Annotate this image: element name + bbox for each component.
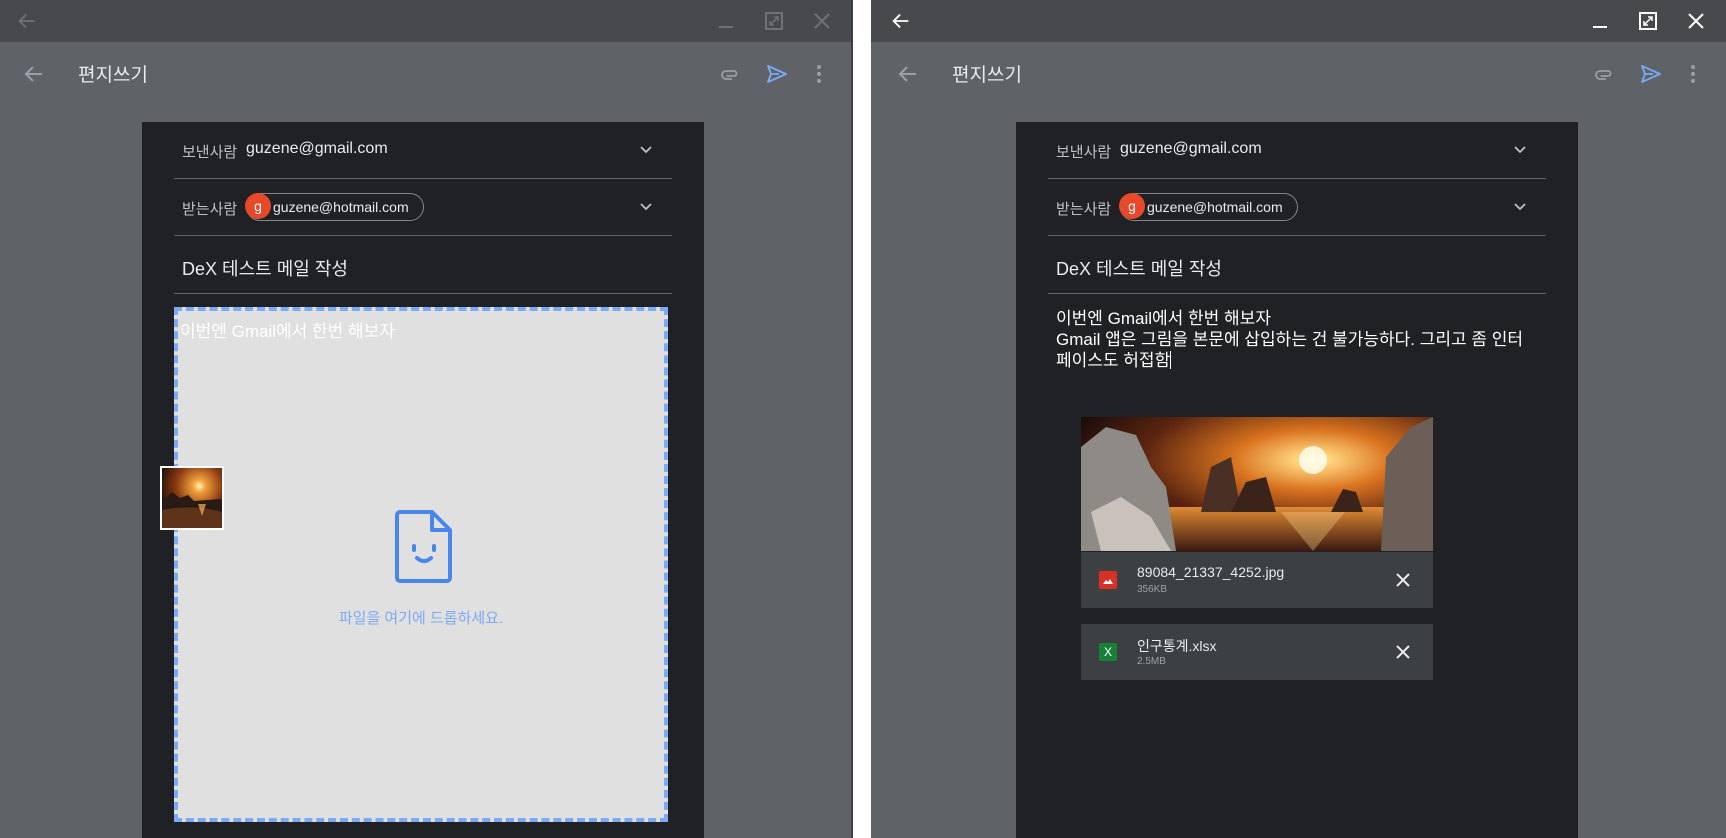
minimize-icon[interactable] <box>1587 8 1613 34</box>
attachment-item[interactable]: X 인구통계.xlsx 2.5MB <box>1081 624 1433 680</box>
window-divider <box>851 0 871 838</box>
attachment-item[interactable]: 89084_21337_4252.jpg 356KB <box>1081 552 1433 608</box>
attachment-image-preview[interactable] <box>1081 417 1433 551</box>
body-line: Gmail 앱은 그림을 본문에 삽입하는 건 불가능하다. 그리고 좀 인터 <box>1056 330 1523 349</box>
send-icon[interactable] <box>765 62 789 86</box>
message-body[interactable]: 이번엔 Gmail에서 한번 해보자 Gmail 앱은 그림을 본문에 삽입하는… <box>1056 308 1536 371</box>
body-line: 페이스도 허접함 <box>1056 351 1171 370</box>
window-back-icon[interactable] <box>888 8 914 34</box>
chevron-down-icon[interactable] <box>638 199 654 215</box>
chevron-down-icon[interactable] <box>638 142 654 158</box>
window-back-icon[interactable] <box>14 8 40 34</box>
maximize-icon[interactable] <box>761 8 787 34</box>
divider <box>174 293 672 294</box>
attachment-size: 356KB <box>1137 584 1168 595</box>
drop-hint: 파일을 여기에 드롭하세요. <box>338 610 504 627</box>
sheets-file-icon: X <box>1099 643 1117 661</box>
paperclip-icon[interactable] <box>717 62 741 86</box>
compose-window-left: 편지쓰기 보낸사람 guzene@gmail.com 받는사람 g guzene… <box>0 0 851 838</box>
maximize-icon[interactable] <box>1635 8 1661 34</box>
more-vert-icon[interactable] <box>1681 62 1705 86</box>
from-field[interactable]: 보낸사람 guzene@gmail.com <box>1048 122 1546 179</box>
chevron-down-icon[interactable] <box>1512 199 1528 215</box>
send-icon[interactable] <box>1639 62 1663 86</box>
compose-sheet: 보낸사람 guzene@gmail.com 받는사람 g guzene@hotm… <box>1016 122 1578 838</box>
more-vert-icon[interactable] <box>807 62 831 86</box>
paperclip-icon[interactable] <box>1591 62 1615 86</box>
to-label: 받는사람 <box>182 201 238 218</box>
recipient-email: guzene@hotmail.com <box>273 199 409 215</box>
body-line: 이번엔 Gmail에서 한번 해보자 <box>1056 309 1271 328</box>
from-value[interactable]: guzene@gmail.com <box>1120 140 1262 158</box>
dragged-image-thumbnail[interactable] <box>160 466 224 530</box>
subject-field[interactable]: DeX 테스트 메일 작성 <box>1056 255 1222 281</box>
space-image <box>1081 417 1433 551</box>
recipient-chip[interactable]: g guzene@hotmail.com <box>245 193 424 221</box>
arrow-left-icon[interactable] <box>896 62 920 86</box>
attachment-name: 89084_21337_4252.jpg <box>1137 564 1285 580</box>
window-titlebar[interactable] <box>871 0 1726 42</box>
compose-toolbar: 편지쓰기 <box>0 42 851 106</box>
attachment-name: 인구통계.xlsx <box>1137 638 1217 654</box>
from-field[interactable]: 보낸사람 guzene@gmail.com <box>174 122 672 179</box>
attachment-size: 2.5MB <box>1137 656 1166 667</box>
avatar: g <box>1119 193 1145 219</box>
chevron-down-icon[interactable] <box>1512 142 1528 158</box>
arrow-left-icon[interactable] <box>22 62 46 86</box>
file-drop-zone[interactable]: 이번엔 Gmail에서 한번 해보자 파일을 여기에 드롭하세요. <box>174 307 668 822</box>
to-label: 받는사람 <box>1056 201 1112 218</box>
close-icon[interactable] <box>1683 8 1709 34</box>
to-field[interactable]: 받는사람 g guzene@hotmail.com <box>1048 179 1546 236</box>
subject-field[interactable]: DeX 테스트 메일 작성 <box>182 255 348 281</box>
text-cursor <box>1170 351 1172 369</box>
page-title: 편지쓰기 <box>952 65 1022 86</box>
page-title: 편지쓰기 <box>78 65 148 86</box>
recipient-chip[interactable]: g guzene@hotmail.com <box>1119 193 1298 221</box>
divider <box>1048 293 1546 294</box>
close-icon[interactable] <box>809 8 835 34</box>
compose-toolbar: 편지쓰기 <box>871 42 1726 106</box>
compose-window-right: 편지쓰기 보낸사람 guzene@gmail.com 받는사람 g guzene… <box>871 0 1726 838</box>
to-field[interactable]: 받는사람 g guzene@hotmail.com <box>174 179 672 236</box>
minimize-icon[interactable] <box>713 8 739 34</box>
compose-sheet: 보낸사람 guzene@gmail.com 받는사람 g guzene@hotm… <box>142 122 704 838</box>
smiley-file-icon <box>395 510 452 583</box>
close-icon[interactable] <box>1395 644 1411 660</box>
space-image <box>162 468 222 528</box>
window-titlebar[interactable] <box>0 0 851 42</box>
close-icon[interactable] <box>1395 572 1411 588</box>
body-text: 이번엔 Gmail에서 한번 해보자 <box>180 322 395 341</box>
from-label: 보낸사람 <box>182 144 238 161</box>
avatar: g <box>245 193 271 219</box>
image-file-icon <box>1099 571 1117 589</box>
recipient-email: guzene@hotmail.com <box>1147 199 1283 215</box>
from-label: 보낸사람 <box>1056 144 1112 161</box>
from-value[interactable]: guzene@gmail.com <box>246 140 388 158</box>
